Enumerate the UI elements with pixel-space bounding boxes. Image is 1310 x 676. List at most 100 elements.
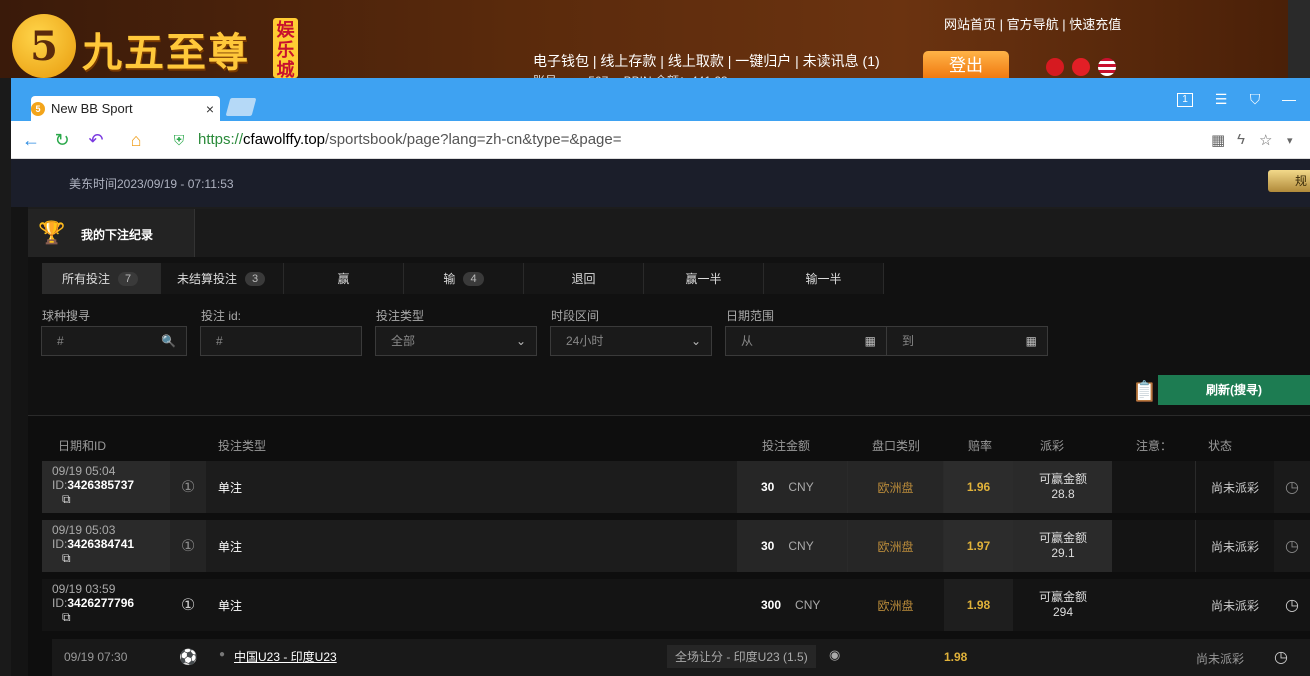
flag-hk-icon[interactable]: [1046, 58, 1064, 76]
sport-search-input[interactable]: # 🔍: [41, 326, 187, 356]
header-odds: 赔率: [968, 439, 993, 453]
tab-label: 输一半: [805, 272, 842, 286]
search-icon[interactable]: 🔍: [161, 327, 176, 355]
count-badge: 4: [463, 271, 484, 286]
tab-label: 所有投注: [62, 272, 111, 286]
row-id: ID:3426277796: [52, 596, 134, 610]
table-row[interactable]: 09/19 05:03 ID:3426384741 ⧉ ① 单注 30 CNY 欧…: [42, 520, 1310, 572]
period-select[interactable]: 24小时 ⌄: [550, 326, 712, 356]
row-id: ID:3426384741: [52, 537, 134, 551]
copy-icon[interactable]: ⧉: [52, 610, 134, 624]
panel-header: 🏆 我的下注纪录: [28, 209, 1310, 257]
header-date-id: 日期和ID: [58, 439, 107, 453]
tab-refund[interactable]: 退回: [524, 263, 644, 294]
tab-lose[interactable]: 输4: [404, 263, 524, 294]
clock-icon: ◷: [1274, 461, 1310, 513]
logo-text: 九五至尊: [82, 29, 250, 76]
tab-close-icon[interactable]: ×: [200, 101, 220, 117]
detail-status: 尚未派彩: [1196, 652, 1245, 666]
site-banner: 5 九五至尊 娱乐城 网站首页 | 官方导航 | 快速充值 电子钱包 | 线上存…: [0, 0, 1288, 80]
star-icon[interactable]: ☆: [1259, 131, 1272, 149]
skin-icon[interactable]: ⛉: [1245, 91, 1265, 108]
id-prefix: ID:: [52, 596, 68, 610]
back-icon[interactable]: ←: [20, 130, 42, 151]
refresh-search-button[interactable]: 刷新(搜寻): [1158, 375, 1310, 405]
row-odds: 1.97: [944, 520, 1013, 572]
minimize-icon[interactable]: —: [1279, 91, 1299, 107]
url-field[interactable]: https://cfawolffy.top/sportsbook/page?la…: [198, 131, 622, 148]
calendar-icon[interactable]: ▦: [1026, 327, 1037, 355]
row-payout: 可赢金额 28.8: [1015, 461, 1111, 513]
header-amount: 投注金额: [762, 439, 811, 453]
amount-value: 30: [761, 480, 775, 494]
chevron-down-icon: ⌄: [690, 334, 701, 348]
copy-icon[interactable]: ⧉: [52, 492, 134, 506]
header-bet-type: 投注类型: [218, 439, 267, 453]
menu-icon[interactable]: ☰: [1211, 91, 1231, 108]
chevron-down-icon[interactable]: ▾: [1287, 134, 1293, 147]
bet-record-panel: 🏆 我的下注纪录 所有投注 7 未结算投注 3 赢 输4 退回 赢一半 输一半 球种…: [28, 209, 1310, 676]
undo-icon[interactable]: ↶: [85, 130, 107, 151]
table-row[interactable]: 09/19 05:04 ID:3426385737 ⧉ ① 单注 30 CNY 欧…: [42, 461, 1310, 513]
clipboard-icon[interactable]: 📋: [1132, 379, 1157, 404]
match-link[interactable]: 中国U23 - 印度U23: [234, 648, 337, 665]
row-amount: 30 CNY: [737, 461, 847, 513]
tab-win[interactable]: 赢: [284, 263, 404, 294]
payout-value: 294: [1052, 605, 1074, 619]
home-icon[interactable]: ⌂: [125, 130, 147, 151]
tab-half-win[interactable]: 赢一半: [644, 263, 764, 294]
payout-value: 29.1: [1051, 546, 1075, 560]
row-date: 09/19 05:04: [52, 464, 116, 478]
logout-button[interactable]: 登出: [923, 51, 1009, 78]
period-label: 时段区间: [551, 309, 600, 323]
table-row[interactable]: 09/19 03:59 ID:3426277796 ⧉ ① 单注 300 CNY …: [42, 579, 1310, 631]
new-tab-button[interactable]: [225, 98, 257, 116]
single-bet-icon: ①: [170, 579, 206, 631]
row-amount: 300 CNY: [737, 579, 847, 631]
bet-type-select[interactable]: 全部 ⌄: [375, 326, 537, 356]
placeholder: 到: [902, 334, 915, 348]
date-from-input[interactable]: 从 ▦: [725, 326, 887, 356]
select-value: 全部: [391, 334, 416, 348]
info-icon[interactable]: ◉: [829, 647, 840, 663]
detail-time: 09/19 07:30: [64, 650, 128, 664]
calendar-icon[interactable]: ▦: [865, 327, 876, 355]
tab-unsettled[interactable]: 未结算投注 3: [161, 263, 284, 294]
row-date: 09/19 05:03: [52, 523, 116, 537]
tab-half-lose[interactable]: 输一半: [764, 263, 884, 294]
single-bet-icon: ①: [170, 520, 206, 572]
row-market: 欧洲盘: [848, 520, 943, 572]
placeholder: #: [216, 334, 223, 348]
url-scheme: https://: [198, 131, 244, 148]
row-date: 09/19 03:59: [52, 582, 116, 596]
flag-us-icon[interactable]: [1098, 58, 1116, 76]
rules-button[interactable]: 规: [1268, 170, 1310, 192]
amount-value: 30: [761, 539, 775, 553]
flag-cn-icon[interactable]: [1072, 58, 1090, 76]
row-odds: 1.98: [944, 579, 1013, 631]
date-to-input[interactable]: 到 ▦: [886, 326, 1048, 356]
lightning-icon[interactable]: ϟ: [1237, 131, 1245, 148]
currency: CNY: [788, 480, 814, 494]
id-value: 3426384741: [67, 537, 135, 551]
row-amount: 30 CNY: [737, 520, 847, 572]
tab-label: 未结算投注: [177, 272, 238, 286]
qr-icon[interactable]: ▦: [1211, 131, 1225, 149]
favicon-icon: 5: [31, 101, 45, 116]
window-badge-icon[interactable]: 1: [1177, 93, 1193, 107]
placeholder: #: [57, 334, 64, 348]
row-payout: 可赢金额 29.1: [1015, 520, 1111, 572]
filter-tabs: 所有投注 7 未结算投注 3 赢 输4 退回 赢一半 输一半: [42, 263, 884, 294]
row-odds: 1.96: [944, 461, 1013, 513]
copy-icon[interactable]: ⧉: [52, 551, 134, 565]
logo-icon: 5: [12, 14, 76, 78]
id-prefix: ID:: [52, 478, 68, 492]
row-note: [1112, 520, 1195, 572]
bet-id-input[interactable]: #: [200, 326, 362, 356]
site-top-links[interactable]: 网站首页 | 官方导航 | 快速充值: [944, 14, 1121, 33]
refresh-icon[interactable]: ↻: [51, 130, 73, 151]
browser-tab-active[interactable]: 5 New BB Sport ×: [31, 96, 220, 121]
site-menu[interactable]: 电子钱包 | 线上存款 | 线上取款 | 一键归户 | 未读讯息 (1): [533, 51, 880, 71]
tab-all-bets[interactable]: 所有投注 7: [42, 263, 161, 294]
payout-label: 可赢金额: [1038, 472, 1087, 486]
